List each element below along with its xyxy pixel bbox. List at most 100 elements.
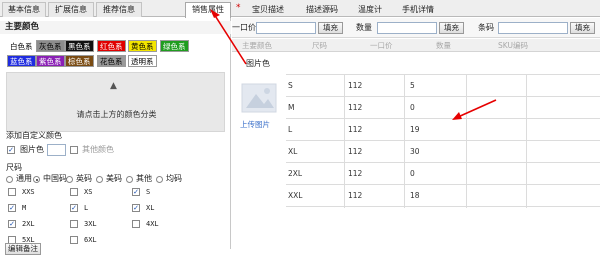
sku-table-header: 主要颜色 尺码 一口价 数量 SKU编码	[232, 39, 600, 52]
picture-color-label: 图片色	[20, 145, 44, 154]
color-chip[interactable]: 花色系	[97, 55, 126, 67]
fill-barcode-button[interactable]: 填充	[570, 22, 595, 34]
sku-price-input[interactable]: 112	[348, 119, 362, 141]
size-standard-radio[interactable]	[156, 176, 163, 183]
color-chip[interactable]: 黄色系	[128, 40, 157, 52]
size-standard-radio[interactable]	[126, 176, 133, 183]
tab-recommend-info[interactable]: 推荐信息	[96, 2, 142, 17]
sku-price-input[interactable]: 112	[348, 141, 362, 163]
other-color-checkbox[interactable]	[70, 146, 78, 154]
color-chip[interactable]: 红色系	[97, 40, 126, 52]
header-size: 尺码	[312, 41, 327, 50]
color-chip[interactable]: 蓝色系	[7, 55, 36, 67]
tab-thermometer[interactable]: 温度计	[352, 2, 388, 17]
color-chip[interactable]: 白色系	[7, 40, 36, 52]
header-sku-code: SKU编码	[498, 41, 528, 50]
color-chip[interactable]: 黑色系	[65, 40, 94, 52]
size-label: 2XL	[22, 220, 35, 228]
edit-notes-button[interactable]: 编辑备注	[5, 243, 41, 255]
size-checkbox[interactable]	[132, 204, 140, 212]
header-price: 一口价	[370, 41, 393, 50]
sku-quantity-input[interactable]: 5	[410, 75, 415, 97]
size-standard-label: 通用	[16, 174, 32, 183]
sku-quantity-input[interactable]: 18	[410, 185, 420, 207]
color-hint-box: ▲ 请点击上方的颜色分类	[6, 72, 225, 132]
size-checkbox[interactable]	[70, 204, 78, 212]
tab-mobile-details[interactable]: 手机详情	[396, 2, 440, 17]
table-bottom-border	[286, 206, 600, 207]
size-standard-label: 美码	[106, 174, 122, 183]
picture-color-checkbox[interactable]	[7, 146, 15, 154]
column-divider	[344, 74, 345, 208]
size-checkbox[interactable]	[132, 220, 140, 228]
color-chip[interactable]: 灰色系	[36, 40, 65, 52]
required-star-icon: *	[236, 3, 241, 13]
size-standard-radio[interactable]	[96, 176, 103, 183]
color-chip[interactable]: 紫色系	[36, 55, 65, 67]
size-checkbox[interactable]	[70, 188, 78, 196]
color-chip[interactable]: 透明系	[128, 55, 157, 67]
main-colors-title: 主要颜色	[0, 21, 231, 34]
size-label: 6XL	[84, 236, 97, 244]
sku-quantity-input[interactable]: 0	[410, 163, 415, 185]
sku-size-cell: M	[288, 103, 295, 112]
sku-quantity-input[interactable]: 19	[410, 119, 420, 141]
upload-image-link[interactable]: 上传图片	[240, 119, 270, 130]
table-row: S 112 5	[286, 74, 600, 96]
sku-panel: 一口价 填充 数量 填充 条码 填充 主要颜色 尺码 一口价 数量 SKU编码 …	[232, 18, 600, 249]
size-label: XXS	[22, 188, 35, 196]
color-chip[interactable]: 棕色系	[65, 55, 94, 67]
size-checkbox[interactable]	[8, 188, 16, 196]
sku-quantity-input[interactable]: 30	[410, 141, 420, 163]
size-checkbox[interactable]	[70, 220, 78, 228]
size-standard-label: 中国码	[43, 174, 67, 183]
sku-size-cell: XXL	[288, 191, 303, 200]
size-checkbox[interactable]	[8, 204, 16, 212]
size-standard-radio[interactable]	[6, 176, 13, 183]
sku-price-input[interactable]: 112	[348, 75, 362, 97]
column-divider	[466, 74, 467, 208]
table-row: XXL 112 18	[286, 184, 600, 206]
picture-color-input[interactable]	[47, 144, 66, 156]
tab-item-description[interactable]: 宝贝描述	[246, 2, 290, 17]
tab-sales-attributes[interactable]: 销售属性	[185, 2, 231, 18]
size-standard-radio[interactable]	[33, 176, 40, 183]
barcode-input[interactable]	[498, 22, 568, 34]
sku-price-input[interactable]: 112	[348, 185, 362, 207]
tab-basic-info[interactable]: 基本信息	[2, 2, 46, 17]
price-input[interactable]	[256, 22, 316, 34]
quantity-input[interactable]	[377, 22, 437, 34]
header-quantity: 数量	[436, 41, 451, 50]
column-divider	[526, 74, 527, 208]
color-group-label: 图片色	[246, 59, 270, 68]
table-row: M 112 0	[286, 96, 600, 118]
tab-bar: 基本信息 扩展信息 推荐信息 销售属性 * 宝贝描述 描述源码 温度计 手机详情	[0, 0, 600, 18]
size-checkbox[interactable]	[132, 188, 140, 196]
size-standard-radio[interactable]	[66, 176, 73, 183]
sku-price-input[interactable]: 112	[348, 97, 362, 119]
table-row: XL 112 30	[286, 140, 600, 162]
tab-description-source[interactable]: 描述源码	[300, 2, 344, 17]
size-checkbox[interactable]	[70, 236, 78, 244]
size-checkbox[interactable]	[8, 220, 16, 228]
fill-price-button[interactable]: 填充	[318, 22, 343, 34]
table-row: 2XL 112 0	[286, 162, 600, 184]
table-row: L 112 19	[286, 118, 600, 140]
column-divider	[404, 74, 405, 208]
sku-quantity-input[interactable]: 0	[410, 97, 415, 119]
color-hint-text: 请点击上方的颜色分类	[76, 110, 157, 119]
attribute-panel: 主要颜色 白色系 灰色系 黑色系 红色系 黄色系 绿色系蓝色系 紫色系 棕色系 花色系 透明系 ▲…	[0, 18, 231, 255]
size-label: M	[22, 204, 27, 212]
tab-extended-info[interactable]: 扩展信息	[48, 2, 94, 17]
color-chip[interactable]: 绿色系	[160, 40, 189, 52]
size-label: S	[146, 188, 151, 196]
size-standard-label: 均码	[166, 174, 182, 183]
size-label: L	[84, 204, 89, 212]
custom-color-title: 添加自定义颜色	[6, 131, 62, 140]
size-label: 3XL	[84, 220, 97, 228]
sku-price-input[interactable]: 112	[348, 163, 362, 185]
quantity-label: 数量	[356, 23, 372, 32]
size-label: XS	[84, 188, 93, 196]
fill-quantity-button[interactable]: 填充	[439, 22, 464, 34]
image-placeholder-icon	[241, 83, 277, 113]
